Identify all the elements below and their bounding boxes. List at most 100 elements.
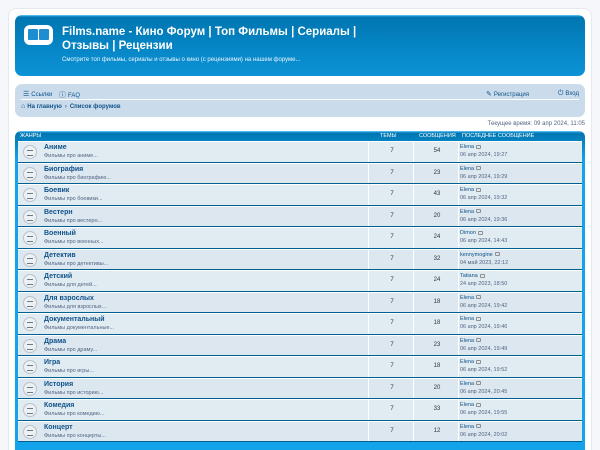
last-post-author[interactable]: Elena	[460, 316, 474, 322]
forum-row[interactable]: История Фильмы про историю... 7 20 Elena…	[18, 377, 582, 399]
view-latest-post-icon[interactable]	[477, 230, 483, 235]
forum-title[interactable]: Вестерн	[44, 209, 73, 216]
forum-title[interactable]: Детектив	[44, 252, 76, 259]
forum-row[interactable]: Комедия Фильмы про комедию... 7 33 Elena…	[18, 399, 582, 421]
view-latest-post-icon[interactable]	[476, 144, 482, 149]
forum-title[interactable]: История	[44, 381, 73, 388]
breadcrumb: ⌂ На главную › Список форумов	[21, 103, 121, 110]
view-latest-post-icon[interactable]	[476, 359, 482, 364]
last-post-author[interactable]: Elena	[460, 166, 474, 172]
forum-topics-count: 7	[390, 169, 394, 176]
forum-row[interactable]: Боевик Фильмы про боевики... 7 43 Elena …	[18, 184, 582, 206]
forum-title[interactable]: Военный	[44, 230, 76, 237]
last-post-author[interactable]: Elena	[460, 295, 474, 301]
forum-topics-count: 7	[390, 320, 394, 326]
view-latest-post-icon[interactable]	[476, 338, 482, 343]
column-divider	[413, 271, 414, 291]
column-divider	[368, 421, 369, 441]
last-post-author[interactable]: Elena	[460, 359, 474, 365]
column-divider	[413, 185, 414, 205]
forum-row[interactable]: Для взрослых Фильмы для взрослых... 7 18…	[18, 291, 582, 313]
forum-title[interactable]: Концерт	[44, 424, 73, 431]
forum-read-icon	[23, 381, 37, 396]
login-link[interactable]: ⏻ Вход	[558, 90, 579, 98]
breadcrumb-separator: ›	[64, 104, 67, 110]
last-post-author[interactable]: Elena	[460, 381, 474, 387]
breadcrumb-forum-list[interactable]: Список форумов	[70, 104, 121, 110]
view-latest-post-icon[interactable]	[476, 316, 482, 321]
faq-link[interactable]: ⓘ FAQ	[59, 90, 80, 100]
column-divider	[368, 228, 369, 248]
column-divider	[368, 142, 369, 162]
forum-row[interactable]: Биография Фильмы про биографию... 7 23 E…	[18, 162, 582, 184]
forum-row[interactable]: Вестерн Фильмы про вестерн... 7 20 Elena…	[18, 205, 582, 227]
view-latest-post-icon[interactable]	[476, 424, 482, 429]
forum-read-icon	[23, 295, 37, 310]
forum-title[interactable]: Драма	[44, 338, 66, 345]
forum-read-icon	[23, 274, 37, 288]
view-latest-post-icon[interactable]	[476, 166, 482, 171]
view-latest-post-icon[interactable]	[476, 381, 482, 386]
column-divider	[413, 142, 414, 162]
forum-title[interactable]: Аниме	[44, 144, 67, 151]
last-post-author[interactable]: Elena	[460, 209, 474, 215]
forum-row[interactable]: Военный Фильмы про военных... 7 24 Dimon…	[18, 227, 582, 249]
column-last-post-header: ПОСЛЕДНЕЕ СООБЩЕНИЕ	[462, 133, 535, 139]
last-post-author[interactable]: Elena	[460, 144, 474, 150]
view-latest-post-icon[interactable]	[476, 402, 482, 407]
last-post-author[interactable]: Elena	[460, 402, 474, 408]
last-post-info: Elena 06 апр 2024, 20:45	[460, 380, 588, 396]
view-latest-post-icon[interactable]	[476, 209, 482, 214]
links-menu[interactable]: ☰ Ссылки	[23, 90, 52, 98]
last-post-info: Elena 06 апр 2024, 19:55	[460, 401, 588, 417]
forum-read-icon	[23, 231, 37, 245]
question-icon: ⓘ	[59, 92, 66, 99]
column-divider	[458, 142, 459, 162]
forum-title[interactable]: Документальный	[44, 316, 105, 323]
breadcrumb-home[interactable]: ⌂ На главную	[21, 103, 62, 110]
forum-row[interactable]: Драма Фильмы про драму... 7 23 Elena 06 …	[18, 334, 582, 356]
last-post-author[interactable]: Elena	[460, 187, 474, 193]
forum-description: Фильмы про драму...	[44, 346, 98, 353]
last-post-author[interactable]: Elena	[460, 338, 474, 344]
register-link[interactable]: ✎ Регистрация	[486, 90, 529, 98]
view-latest-post-icon[interactable]	[476, 295, 482, 300]
forum-description: Фильмы про концерты...	[44, 432, 106, 439]
view-latest-post-icon[interactable]	[476, 187, 482, 192]
forum-title[interactable]: Детский	[44, 273, 72, 280]
forum-description: Фильмы про игры...	[44, 368, 94, 374]
last-post-author[interactable]: Dimon	[460, 230, 476, 236]
column-divider	[368, 271, 369, 291]
column-divider	[413, 314, 414, 334]
forum-read-icon	[23, 403, 37, 417]
column-divider	[368, 357, 369, 377]
site-title[interactable]: Films.name - Кино Форум | Топ Фильмы | С…	[62, 25, 392, 53]
last-post-author[interactable]: Elena	[460, 424, 474, 430]
forum-title[interactable]: Биография	[44, 166, 83, 173]
forum-posts-count: 20	[433, 384, 441, 391]
column-divider	[413, 357, 414, 377]
last-post-date: 06 апр 2024, 20:02	[460, 431, 508, 438]
last-post-info: Elena 06 апр 2024, 19:46	[460, 315, 588, 331]
forum-description: Фильмы для детей...	[44, 282, 97, 288]
forum-title[interactable]: Для взрослых	[44, 295, 94, 302]
last-post-info: Elena 06 апр 2024, 19:52	[460, 358, 588, 374]
forum-row[interactable]: Аниме Фильмы про аниме... 7 54 Elena 06 …	[18, 141, 582, 163]
forum-row[interactable]: Игра Фильмы про игры... 7 18 Elena 06 ап…	[18, 356, 582, 378]
forum-title[interactable]: Комедия	[44, 402, 74, 409]
last-post-author[interactable]: Tatiana	[460, 273, 478, 279]
forum-row[interactable]: Концерт Фильмы про концерты... 7 12 Elen…	[18, 420, 582, 442]
forum-row[interactable]: Детектив Фильмы про детективы... 7 32 ke…	[18, 248, 582, 270]
view-latest-post-icon[interactable]	[494, 252, 500, 257]
forum-row[interactable]: Детский Фильмы для детей... 7 24 Tatiana…	[18, 270, 582, 292]
site-logo-icon[interactable]	[24, 25, 53, 45]
column-divider	[368, 378, 369, 398]
view-latest-post-icon[interactable]	[479, 273, 485, 278]
forum-title[interactable]: Игра	[44, 359, 60, 366]
column-forum-header[interactable]: ЖАНРЫ	[20, 133, 41, 139]
forum-row[interactable]: Документальный Фильмы документальные... …	[18, 313, 582, 335]
column-divider	[458, 185, 459, 205]
last-post-author[interactable]: kennymogine	[460, 252, 493, 258]
column-divider	[458, 421, 459, 441]
forum-title[interactable]: Боевик	[44, 187, 69, 194]
